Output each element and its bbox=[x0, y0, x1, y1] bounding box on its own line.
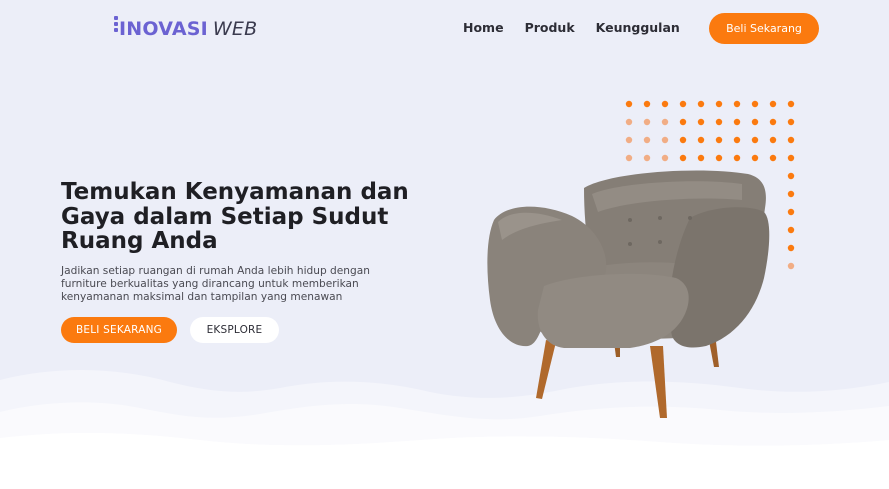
decor-dot bbox=[661, 100, 669, 108]
decor-dot bbox=[787, 118, 795, 126]
decor-dot bbox=[661, 118, 669, 126]
decor-dot bbox=[625, 136, 633, 144]
decor-dot bbox=[697, 136, 705, 144]
decor-dot bbox=[751, 118, 759, 126]
buy-now-button[interactable]: BELI SEKARANG bbox=[61, 317, 177, 343]
decor-dot bbox=[715, 118, 723, 126]
decor-dot bbox=[787, 208, 795, 216]
decor-dot bbox=[733, 136, 741, 144]
decor-dot bbox=[787, 154, 795, 162]
decor-dot bbox=[787, 262, 795, 270]
decor-dot bbox=[625, 118, 633, 126]
decor-dot bbox=[787, 190, 795, 198]
decor-dot bbox=[787, 172, 795, 180]
decor-dot bbox=[787, 136, 795, 144]
hero-subtitle: Jadikan setiap ruangan di rumah Anda leb… bbox=[61, 265, 370, 303]
decor-dot bbox=[643, 136, 651, 144]
decor-dot bbox=[751, 136, 759, 144]
decor-dot bbox=[787, 244, 795, 252]
decor-dot bbox=[697, 100, 705, 108]
decor-dot bbox=[769, 118, 777, 126]
decor-dot bbox=[679, 100, 687, 108]
decor-dot bbox=[787, 226, 795, 234]
decor-dot bbox=[679, 136, 687, 144]
decor-dot bbox=[787, 100, 795, 108]
decor-dot bbox=[697, 118, 705, 126]
decor-dot bbox=[769, 136, 777, 144]
hero-title: Temukan Kenyamanan dan Gaya dalam Setiap… bbox=[61, 179, 409, 254]
decor-dot bbox=[733, 118, 741, 126]
decor-dot bbox=[733, 100, 741, 108]
chair-leg-front-left bbox=[536, 340, 556, 399]
explore-button[interactable]: EKSPLORE bbox=[190, 317, 279, 343]
decor-dot bbox=[625, 100, 633, 108]
decor-dot bbox=[751, 100, 759, 108]
decor-dot bbox=[715, 100, 723, 108]
decor-dot bbox=[643, 118, 651, 126]
decor-dot bbox=[643, 100, 651, 108]
chair-leg-front-right bbox=[650, 346, 667, 418]
decor-dot bbox=[679, 118, 687, 126]
decor-dot bbox=[769, 100, 777, 108]
decor-dot bbox=[715, 136, 723, 144]
armchair-image bbox=[487, 170, 770, 418]
decor-dot bbox=[661, 136, 669, 144]
